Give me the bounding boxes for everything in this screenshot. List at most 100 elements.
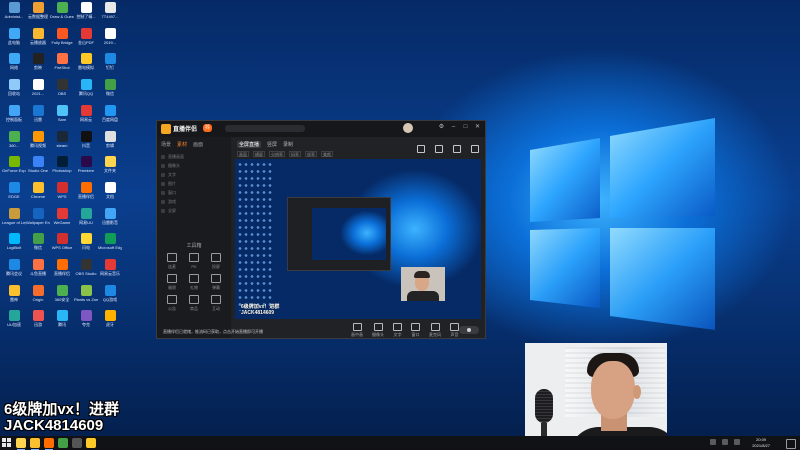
desktop-icon[interactable]: 迅雷 — [26, 104, 50, 131]
desktop-icon[interactable]: 2021... — [26, 79, 50, 105]
bell-icon[interactable] — [453, 145, 461, 153]
desktop-icon[interactable]: 抖音 — [74, 130, 98, 157]
desktop-icon[interactable]: 回收站 — [2, 79, 26, 105]
desktop-icon[interactable]: EDGE — [2, 181, 26, 208]
setting-chip[interactable]: 横屏 — [253, 151, 265, 157]
desktop-icon[interactable]: 网易云 — [74, 104, 98, 131]
desktop-icon[interactable]: 网易云音乐 — [98, 259, 122, 285]
desktop-icon[interactable]: Administ... — [2, 2, 26, 28]
desktop-icon[interactable]: 腾讯会议 — [2, 259, 26, 285]
desktop-icon[interactable]: 直播伴侣 — [50, 259, 74, 285]
taskbar-app-folder[interactable] — [86, 438, 96, 448]
toolbox-item[interactable]: 礼物 — [183, 274, 205, 291]
taskbar-app-wechat[interactable] — [58, 438, 68, 448]
source-list-item[interactable]: 窗口 — [161, 188, 227, 197]
taskbar-clock[interactable]: 20:09 2021/8/27 — [752, 437, 770, 449]
desktop-icon[interactable]: Plants vs Zombie — [74, 284, 98, 311]
bottom-tool-button[interactable]: 文字 — [393, 323, 402, 338]
taskbar-app-explorer[interactable] — [16, 438, 26, 450]
desktop-icon[interactable]: Sam — [50, 104, 74, 131]
desktop-icon[interactable]: 迅游 — [26, 310, 50, 336]
tab-scene[interactable]: 场景 — [161, 141, 171, 148]
desktop-icon[interactable]: 腾讯视频 — [26, 130, 50, 157]
desktop-icon[interactable]: Microsoft Edge — [98, 233, 122, 259]
source-list-item[interactable]: 图片 — [161, 179, 227, 188]
toolbox-item[interactable]: 互动 — [205, 295, 227, 312]
desktop-icon[interactable]: 360... — [2, 130, 26, 157]
desktop-icon[interactable]: Origin — [26, 284, 50, 311]
setting-chip[interactable]: 码率 — [289, 151, 301, 157]
desktop-icon[interactable]: 微信 — [98, 79, 122, 105]
notification-icon[interactable] — [786, 439, 796, 449]
input-method-icon[interactable] — [734, 439, 740, 445]
desktop-icon[interactable]: Draw & Guess — [50, 2, 74, 28]
desktop-icon[interactable]: FireShot — [50, 53, 74, 79]
share-icon[interactable] — [471, 145, 479, 153]
desktop-icon[interactable]: 剪辑 — [98, 130, 122, 157]
setting-chip[interactable]: 画面 — [237, 151, 249, 157]
tab-record[interactable]: 录制 — [283, 141, 293, 148]
desktop-icon[interactable]: 腾讯QQ — [74, 79, 98, 105]
desktop-icon[interactable]: 腾讯 — [50, 310, 74, 336]
user-avatar[interactable] — [403, 123, 413, 133]
desktop-icon[interactable]: 控制了精... — [74, 2, 98, 28]
desktop-icon[interactable]: QQ游戏 — [98, 284, 122, 311]
live-preview[interactable]: 6级牌加vx！进群 JACK4814609 — [235, 159, 481, 319]
desktop-icon[interactable]: Fully Bridge — [50, 27, 74, 54]
system-tray[interactable] — [710, 439, 740, 445]
desktop-icon[interactable]: GeForce Experience — [2, 156, 26, 182]
minimize-icon[interactable]: – — [450, 124, 457, 131]
taskbar-app-obs[interactable] — [72, 438, 82, 448]
desktop-icon[interactable]: OBS — [50, 79, 74, 105]
desktop-icon[interactable]: UU加速 — [2, 310, 26, 336]
start-live-button[interactable] — [459, 326, 479, 334]
volume-icon[interactable] — [722, 439, 728, 445]
desktop-icon[interactable]: Premiere — [74, 156, 98, 182]
desktop-icon[interactable]: 百度网盘 — [98, 104, 122, 131]
desktop-icon[interactable]: 迅雷影音 — [98, 207, 122, 234]
desktop-icon[interactable]: 云播放器 — [26, 27, 50, 54]
settings-icon[interactable]: ⚙ — [438, 124, 445, 131]
toolbox-item[interactable]: 商品 — [183, 295, 205, 312]
desktop-icon[interactable]: 闪电 — [74, 233, 98, 259]
desktop-icon[interactable]: 微信 — [26, 233, 50, 259]
source-list-item[interactable]: 直播画面 — [161, 152, 227, 161]
toolbox-item[interactable]: 公告 — [161, 295, 183, 312]
source-list-item[interactable]: 游戏 — [161, 197, 227, 206]
desktop-icon[interactable]: Studio One — [26, 156, 50, 182]
source-list-item[interactable]: 文字 — [161, 170, 227, 179]
desktop-icon[interactable]: steam — [50, 130, 74, 157]
taskbar-app-chrome[interactable] — [30, 438, 40, 450]
desktop-icon[interactable]: 文件夹 — [98, 156, 122, 182]
bottom-tool-button[interactable]: 摄像头 — [372, 323, 384, 338]
desktop-icon[interactable]: OBS Studio — [74, 259, 98, 285]
start-button[interactable] — [2, 438, 12, 448]
tab-portrait[interactable]: 竖屏 — [267, 141, 277, 148]
live-streaming-app-window[interactable]: 直播伴侣 抖 ⚙ – □ ✕ 场景 素材 画面 直播画面 摄像头 文字 图片 窗口 游戏全… — [156, 120, 486, 339]
desktop-icon[interactable]: 雷电模拟 — [74, 53, 98, 79]
layout-icon[interactable] — [435, 145, 443, 153]
toolbox-item[interactable]: PK — [183, 253, 205, 270]
desktop-icon[interactable]: Chrome — [26, 181, 50, 208]
bottom-tool-button[interactable]: 声音 — [450, 323, 459, 338]
close-icon[interactable]: ✕ — [474, 124, 481, 131]
desktop-icon[interactable]: 直播伴侣 — [74, 181, 98, 208]
source-list-item[interactable]: 摄像头 — [161, 161, 227, 170]
setting-chip[interactable]: 帧率 — [305, 151, 317, 157]
bottom-tool-button[interactable]: 窗口 — [411, 323, 420, 338]
desktop-icon[interactable]: 雷神 — [2, 284, 26, 311]
desktop-icon[interactable]: Wallpaper Engine — [26, 207, 50, 234]
app-titlebar[interactable]: 直播伴侣 抖 ⚙ – □ ✕ — [157, 121, 485, 137]
desktop-icon[interactable]: 360安全 — [50, 284, 74, 311]
desktop-icon[interactable]: 夸克 — [74, 310, 98, 336]
desktop-icon[interactable]: 网络 — [2, 53, 26, 79]
desktop-icon[interactable]: 2019... — [98, 27, 122, 54]
toolbox-item[interactable]: 弹幕 — [205, 274, 227, 291]
desktop-icon[interactable]: League of Legends — [2, 207, 26, 234]
tab-picture[interactable]: 画面 — [193, 141, 203, 148]
desktop-icon[interactable]: 剪映 — [26, 53, 50, 79]
desktop-icon[interactable]: WPS Office — [50, 233, 74, 259]
setting-chip[interactable]: 美颜 — [321, 151, 333, 157]
setting-chip[interactable]: 分辨率 — [269, 151, 285, 157]
desktop-icon[interactable]: 文档 — [98, 181, 122, 208]
